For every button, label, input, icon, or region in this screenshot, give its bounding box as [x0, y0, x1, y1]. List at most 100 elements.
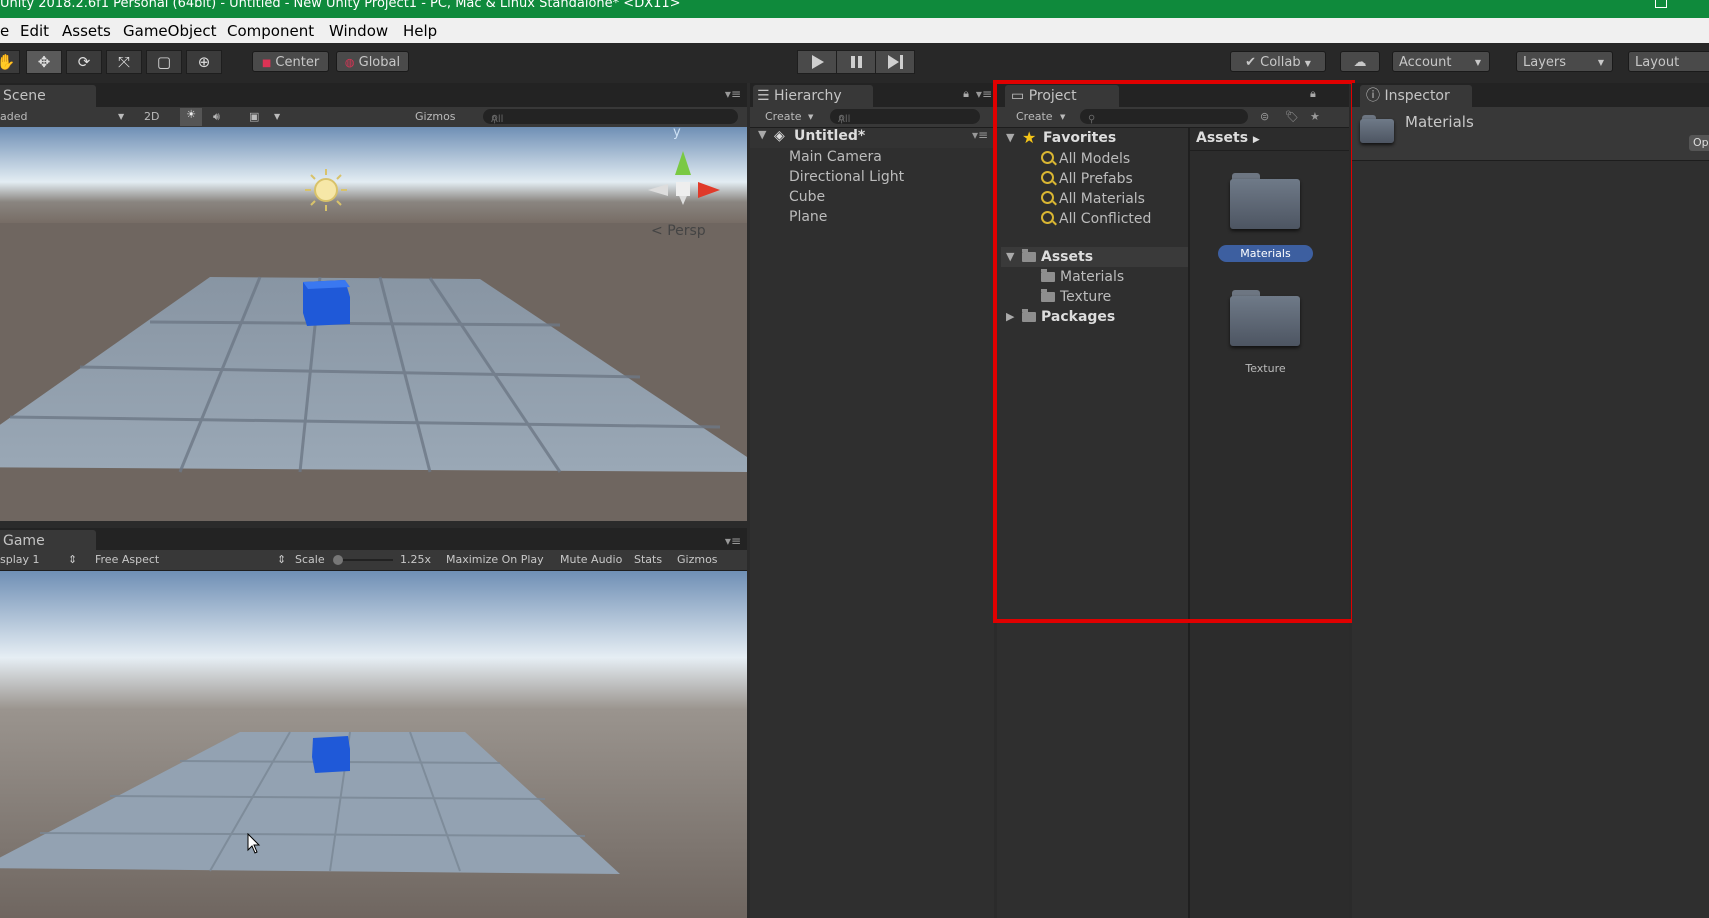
- layout-dropdown[interactable]: Layout: [1628, 51, 1709, 72]
- tab-scene[interactable]: Scene: [0, 85, 96, 107]
- menu-file[interactable]: e: [0, 22, 9, 40]
- scene-search-input[interactable]: ⚲ All: [483, 109, 738, 125]
- global-label: Global: [358, 55, 401, 70]
- window-titlebar: Unity 2018.2.6f1 Personal (64bit) - Unti…: [0, 0, 1709, 18]
- game-gizmos-dropdown[interactable]: Gizmos: [677, 553, 718, 566]
- hierarchy-item-plane[interactable]: Plane: [789, 209, 827, 225]
- checkmark-icon: ✔: [1245, 55, 1256, 70]
- menu-component[interactable]: Component: [227, 22, 314, 40]
- hierarchy-item-main-camera[interactable]: Main Camera: [789, 149, 882, 165]
- tab-inspector[interactable]: ⓘ Inspector: [1360, 85, 1472, 107]
- hierarchy-search-placeholder: All: [838, 114, 851, 125]
- game-tabstrip: Game ▾≡: [0, 528, 747, 552]
- layers-label: Layers: [1523, 55, 1567, 70]
- window-title: Unity 2018.2.6f1 Personal (64bit) - Unti…: [0, 0, 681, 11]
- info-icon: ⓘ: [1366, 88, 1380, 104]
- triangle-down-icon[interactable]: ▼: [758, 128, 766, 141]
- menu-edit[interactable]: Edit: [20, 22, 49, 40]
- scene-viewport[interactable]: y < Persp: [0, 127, 747, 521]
- effects-toggle-icon[interactable]: ▣: [249, 110, 259, 123]
- step-button[interactable]: [875, 50, 915, 74]
- display-dropdown[interactable]: splay 1: [0, 553, 40, 566]
- pause-button[interactable]: [836, 50, 876, 74]
- scene-menu-icon[interactable]: ▾≡: [972, 128, 988, 142]
- menu-help[interactable]: Help: [403, 22, 437, 40]
- main-toolbar: ✋ ✥ ⟳ ⤧ ▢ ⊕ ■ Center ◍ Global ✔ Collab ▼…: [0, 43, 1709, 83]
- scene-search-placeholder: All: [491, 114, 504, 125]
- pivot-center-button[interactable]: ■ Center: [252, 51, 329, 72]
- hierarchy-panel: [750, 83, 994, 918]
- hierarchy-tabstrip: ☰ Hierarchy 🔒︎ ▾≡: [750, 83, 994, 107]
- pivot-global-button[interactable]: ◍ Global: [336, 51, 409, 72]
- account-label: Account: [1399, 55, 1452, 70]
- stats-toggle[interactable]: Stats: [634, 553, 662, 566]
- 2d-toggle[interactable]: 2D: [144, 110, 159, 123]
- highlight-box: [993, 80, 1355, 623]
- inspector-tab-label: Inspector: [1384, 88, 1450, 104]
- inspector-tabstrip: ⓘ Inspector: [1352, 83, 1709, 107]
- menu-gameobject[interactable]: GameObject: [123, 22, 217, 40]
- play-button[interactable]: [797, 50, 837, 74]
- game-render: [0, 571, 747, 918]
- hierarchy-create-dropdown[interactable]: Create: [765, 110, 802, 123]
- aspect-dropdown[interactable]: Free Aspect: [95, 553, 159, 566]
- chevron-down-icon: ▼: [1474, 58, 1481, 67]
- mute-audio-toggle[interactable]: Mute Audio: [560, 553, 622, 566]
- scale-slider-thumb[interactable]: [333, 555, 343, 565]
- hierarchy-item-directional-light[interactable]: Directional Light: [789, 169, 904, 185]
- inspector-panel: [1352, 83, 1709, 918]
- layers-dropdown[interactable]: Layers ▼: [1516, 51, 1613, 72]
- menu-window[interactable]: Window: [329, 22, 388, 40]
- scene-gizmos-dropdown[interactable]: Gizmos: [415, 110, 456, 123]
- rotate-tool-icon[interactable]: ⟳: [66, 50, 102, 74]
- maximize-on-play-toggle[interactable]: Maximize On Play: [446, 553, 544, 566]
- scale-label: Scale: [295, 553, 325, 566]
- lighting-toggle-icon[interactable]: ☀: [180, 108, 202, 126]
- collab-dropdown[interactable]: ✔ Collab ▼: [1230, 51, 1326, 72]
- scene-name: Untitled*: [794, 128, 866, 144]
- chevron-down-icon: ▼: [808, 113, 814, 121]
- chevron-down-icon: ▼: [118, 112, 125, 121]
- audio-toggle-icon[interactable]: 🔊︎: [213, 110, 220, 124]
- persp-text: Persp: [667, 223, 706, 239]
- panel-menu-icon[interactable]: ▾≡: [976, 87, 992, 101]
- hierarchy-tab-label: Hierarchy: [774, 88, 842, 104]
- inspector-header: Materials Op: [1352, 107, 1709, 161]
- chevron-down-icon: ▼: [1304, 59, 1311, 68]
- panel-menu-icon[interactable]: ▾≡: [725, 87, 741, 101]
- hierarchy-item-cube[interactable]: Cube: [789, 189, 825, 205]
- lock-icon[interactable]: 🔒︎: [963, 87, 969, 101]
- scene-control-bar: aded ▼ 2D ☀ 🔊︎ ▣ ▼ Gizmos ⚲ All: [0, 107, 747, 128]
- center-label: Center: [275, 55, 320, 70]
- open-button[interactable]: Op: [1689, 135, 1709, 151]
- tab-hierarchy[interactable]: ☰ Hierarchy: [753, 85, 873, 107]
- scene-tabstrip: Scene ▾≡: [0, 83, 747, 107]
- collab-label: Collab: [1260, 55, 1301, 70]
- chevron-down-icon: ▼: [274, 112, 281, 121]
- scale-value: 1.25x: [400, 553, 432, 566]
- scene-render: [0, 127, 747, 521]
- shading-mode-dropdown[interactable]: aded: [0, 110, 27, 123]
- move-tool-icon[interactable]: ✥: [26, 50, 62, 74]
- persp-label[interactable]: < Persp: [651, 223, 706, 239]
- account-dropdown[interactable]: Account ▼: [1392, 51, 1490, 72]
- hand-tool-icon[interactable]: ✋: [0, 50, 20, 74]
- menu-assets[interactable]: Assets: [62, 22, 111, 40]
- transform-tool-icon[interactable]: ⊕: [186, 50, 222, 74]
- pause-icon: [851, 56, 862, 68]
- layout-label: Layout: [1635, 55, 1680, 70]
- cloud-button[interactable]: ☁: [1340, 51, 1380, 72]
- hierarchy-search-input[interactable]: ⚲ All: [830, 109, 980, 125]
- maximize-icon[interactable]: [1655, 0, 1667, 8]
- panel-menu-icon[interactable]: ▾≡: [725, 534, 741, 548]
- rect-tool-icon[interactable]: ▢: [146, 50, 182, 74]
- unity-logo-icon: ◈: [774, 128, 785, 144]
- play-icon: [812, 55, 824, 69]
- scene-header-row[interactable]: ▼ ◈ Untitled* ▾≡: [750, 128, 994, 148]
- global-icon: ◍: [344, 56, 355, 69]
- scale-tool-icon[interactable]: ⤧: [106, 50, 142, 74]
- tab-game[interactable]: Game: [0, 530, 96, 552]
- hierarchy-control-bar: Create ▼ ⚲ All: [750, 107, 994, 128]
- updown-icon: ⇕: [68, 553, 78, 566]
- game-viewport[interactable]: [0, 571, 747, 918]
